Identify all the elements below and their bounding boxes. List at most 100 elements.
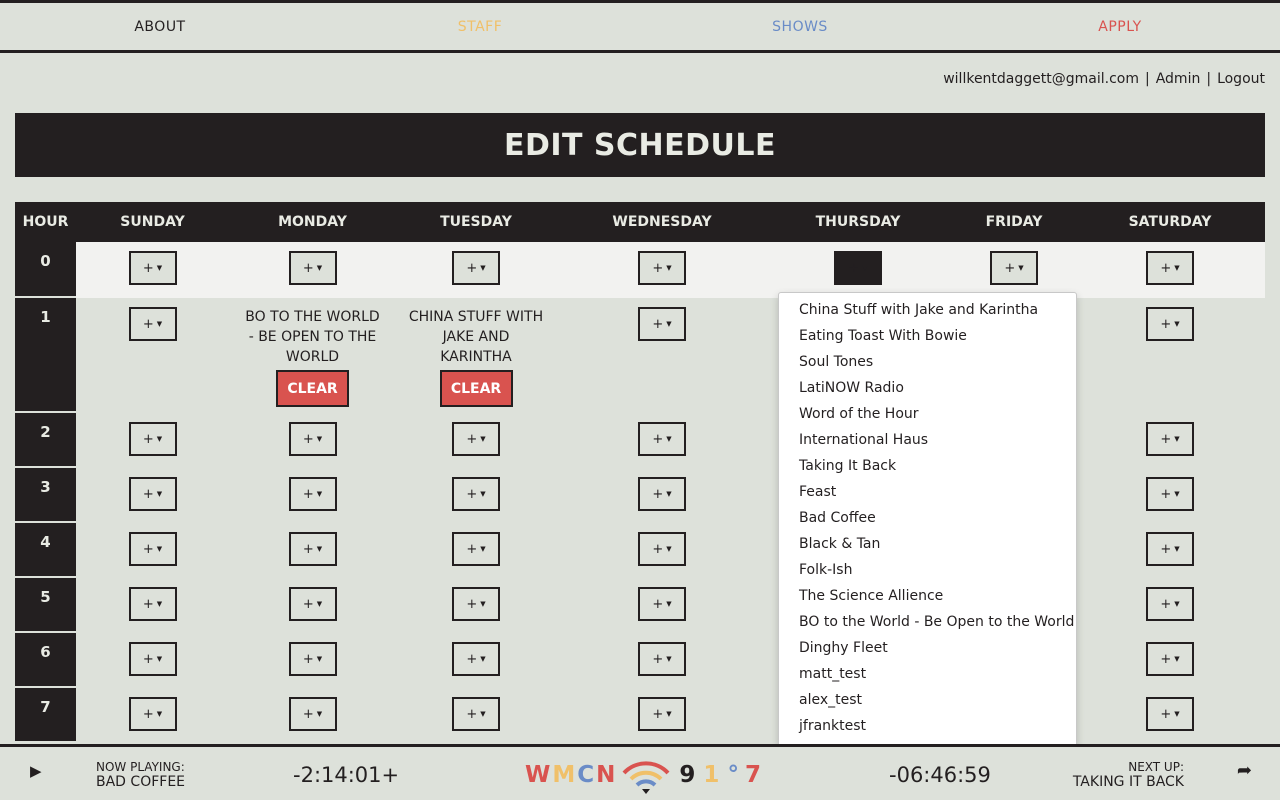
add-show-button[interactable]: +▼ — [1146, 532, 1194, 566]
plus-label: + — [142, 596, 154, 612]
now-playing-label: NOW PLAYING: — [96, 760, 185, 774]
plus-label: + — [142, 706, 154, 722]
add-show-button[interactable]: +▼ — [638, 532, 686, 566]
add-show-button[interactable]: +▼ — [638, 587, 686, 621]
add-show-button[interactable]: +▼ — [1146, 477, 1194, 511]
plus-label: + — [302, 651, 314, 667]
add-show-button[interactable]: +▼ — [638, 642, 686, 676]
add-show-button[interactable]: +▼ — [1146, 642, 1194, 676]
add-show-button[interactable]: +▼ — [1146, 251, 1194, 285]
add-show-button[interactable]: +▼ — [128, 477, 177, 511]
add-show-button[interactable]: +▼ — [638, 697, 686, 731]
logout-link[interactable]: Logout — [1217, 71, 1265, 87]
add-show-button[interactable]: +▼ — [128, 307, 177, 341]
add-show-button[interactable]: +▼ — [452, 532, 500, 566]
add-show-button[interactable]: +▼ — [128, 697, 177, 731]
dropdown-option[interactable]: Black & Tan — [779, 533, 1076, 559]
nav-staff[interactable]: STAFF — [320, 19, 640, 35]
add-show-button[interactable]: +▼ — [638, 307, 686, 341]
add-show-button[interactable]: +▼ — [128, 532, 177, 566]
dropdown-option[interactable]: Dinghy Fleet — [779, 637, 1076, 663]
add-show-button[interactable]: +▼ — [288, 697, 337, 731]
caret-down-icon: ▼ — [316, 545, 323, 553]
schedule-cell: +▼ — [1080, 242, 1260, 298]
hour-label: 5 — [15, 578, 76, 633]
add-show-button[interactable]: +▼ — [288, 422, 337, 456]
plus-label: + — [652, 486, 664, 502]
dropdown-option[interactable]: Soul Tones — [779, 351, 1076, 377]
add-show-button[interactable]: +▼ — [1146, 587, 1194, 621]
admin-link[interactable]: Admin — [1156, 71, 1201, 87]
schedule-cell: +▼ — [76, 578, 229, 633]
add-show-button[interactable]: +▼ — [1146, 422, 1194, 456]
share-arrow-icon[interactable]: ➦ — [1237, 760, 1252, 781]
plus-label: + — [466, 486, 478, 502]
caret-down-icon: ▼ — [480, 600, 486, 608]
schedule-cell: +▼ — [76, 468, 229, 523]
caret-down-icon: ▼ — [156, 264, 163, 272]
add-show-button[interactable]: +▼ — [638, 477, 686, 511]
add-show-button[interactable]: +▼ — [128, 422, 177, 456]
column-header-tuesday: TUESDAY — [440, 214, 512, 230]
add-show-button[interactable]: +▼ — [638, 251, 686, 285]
top-nav: ABOUT STAFF SHOWS APPLY — [0, 0, 1280, 53]
add-show-button[interactable]: +▼ — [128, 587, 177, 621]
add-show-button[interactable]: +▼ — [1146, 697, 1194, 731]
add-show-button[interactable]: +▼ — [288, 251, 337, 285]
add-show-button[interactable]: +▼ — [288, 477, 337, 511]
add-show-button[interactable]: +▼ — [990, 251, 1038, 285]
dropdown-option[interactable]: Folk-Ish — [779, 559, 1076, 585]
schedule-cell: +▼ — [556, 633, 768, 688]
dropdown-option[interactable]: BO to the World - Be Open to the World — [779, 611, 1076, 637]
play-icon[interactable]: ▶ — [30, 762, 42, 780]
nav-about[interactable]: ABOUT — [0, 19, 320, 35]
clear-slot-button[interactable]: CLEAR — [439, 370, 513, 407]
add-show-button[interactable]: +▼ — [452, 422, 500, 456]
dropdown-option[interactable]: The Science Allience — [779, 585, 1076, 611]
assigned-show-name: CHINA STUFF WITH JAKE AND KARINTHA — [408, 309, 544, 365]
caret-down-icon: ▼ — [316, 655, 323, 663]
add-show-button[interactable]: +▼ — [638, 422, 686, 456]
dropdown-option[interactable]: LatiNOW Radio — [779, 377, 1076, 403]
add-show-button[interactable]: +▼ — [128, 642, 177, 676]
plus-label: + — [302, 596, 314, 612]
schedule-row: 0 + ▼ + ▼ + ▼ + ▼ + ▼ + ▼ + ▼ — [15, 242, 1265, 298]
add-show-button[interactable]: +▼ — [288, 587, 337, 621]
nav-apply[interactable]: APPLY — [960, 19, 1280, 35]
clear-slot-button[interactable]: CLEAR — [276, 370, 349, 407]
add-show-button[interactable]: +▼ — [128, 251, 177, 285]
hour-label: 4 — [15, 523, 76, 578]
user-email-link[interactable]: willkentdaggett@gmail.com — [943, 71, 1139, 87]
add-show-button[interactable]: +▼ — [1146, 307, 1194, 341]
plus-label: + — [466, 651, 478, 667]
add-show-button[interactable]: +▼ — [288, 532, 337, 566]
add-show-button[interactable]: +▼ — [452, 697, 500, 731]
caret-down-icon: ▼ — [666, 710, 672, 718]
schedule-cell: +▼ — [76, 242, 229, 298]
dropdown-option[interactable]: International Haus — [779, 429, 1076, 455]
dropdown-option[interactable]: Feast — [779, 481, 1076, 507]
dropdown-option[interactable]: Word of the Hour — [779, 403, 1076, 429]
add-show-button[interactable]: +▼ — [452, 477, 500, 511]
caret-down-icon: ▼ — [156, 545, 163, 553]
add-show-button[interactable]: +▼ — [452, 251, 500, 285]
dropdown-option[interactable]: matt_test — [779, 663, 1076, 689]
add-show-button[interactable]: +▼ — [452, 587, 500, 621]
dropdown-option[interactable]: jfranktest — [779, 715, 1076, 741]
dropdown-option[interactable]: Taking It Back — [779, 455, 1076, 481]
caret-down-icon: ▼ — [156, 320, 163, 328]
dropdown-option[interactable]: alex_test — [779, 689, 1076, 715]
plus-label: + — [302, 486, 314, 502]
column-header-wednesday: WEDNESDAY — [612, 214, 712, 230]
add-show-button[interactable]: +▼ — [288, 642, 337, 676]
dropdown-option[interactable]: China Stuff with Jake and Karintha — [779, 299, 1076, 325]
schedule-table: HOUR SUNDAY MONDAY TUESDAY WEDNESDAY THURSDAY… — [15, 202, 1265, 743]
dropdown-option[interactable]: Bad Coffee — [779, 507, 1076, 533]
plus-label: + — [652, 651, 664, 667]
nav-shows[interactable]: SHOWS — [640, 19, 960, 35]
hour-label: 2 — [15, 413, 76, 468]
dropdown-option[interactable]: Eating Toast With Bowie — [779, 325, 1076, 351]
add-show-button[interactable]: +▼ — [452, 642, 500, 676]
add-show-button[interactable]: +▼ — [834, 251, 882, 285]
plus-label: + — [848, 260, 860, 276]
